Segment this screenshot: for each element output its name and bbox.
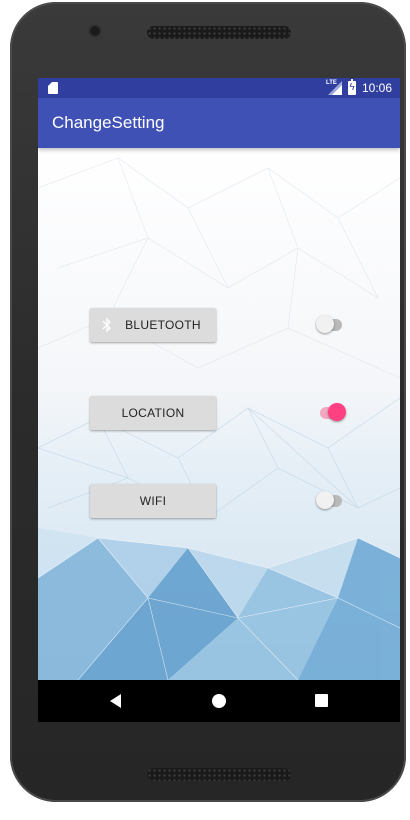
app-bar: ChangeSetting xyxy=(38,98,400,148)
bluetooth-switch[interactable] xyxy=(316,314,344,336)
switch-thumb xyxy=(316,315,334,333)
front-camera xyxy=(90,26,100,36)
switch-thumb xyxy=(316,491,334,509)
status-time: 10:06 xyxy=(362,81,393,95)
wifi-switch[interactable] xyxy=(316,490,344,512)
content-area: BLUETOOTH LOCATION WIFI xyxy=(38,148,400,680)
battery-charging-icon: ϟ xyxy=(348,79,356,95)
home-icon[interactable] xyxy=(212,694,226,708)
wifi-button[interactable]: WIFI xyxy=(90,484,216,518)
bottom-speaker xyxy=(147,768,291,781)
bluetooth-button[interactable]: BLUETOOTH xyxy=(90,308,216,342)
bluetooth-button-label: BLUETOOTH xyxy=(125,318,201,332)
lte-signal-icon: LTE xyxy=(326,80,342,95)
navigation-bar xyxy=(38,680,400,722)
screen: LTE ϟ 10:06 ChangeSetting BLUETOOTH LOCA… xyxy=(38,78,400,722)
top-speaker xyxy=(147,26,291,39)
location-button-label: LOCATION xyxy=(121,406,185,420)
app-title: ChangeSetting xyxy=(52,113,165,132)
sd-card-icon xyxy=(48,82,58,94)
status-bar: LTE ϟ 10:06 xyxy=(38,78,400,98)
back-icon[interactable] xyxy=(110,694,121,708)
switch-thumb xyxy=(328,403,346,421)
wifi-button-label: WIFI xyxy=(139,494,167,508)
location-switch[interactable] xyxy=(316,402,346,424)
location-button[interactable]: LOCATION xyxy=(90,396,216,430)
phone-frame: LTE ϟ 10:06 ChangeSetting BLUETOOTH LOCA… xyxy=(10,2,406,802)
bluetooth-icon xyxy=(102,317,111,333)
recents-icon[interactable] xyxy=(315,694,328,707)
network-type-label: LTE xyxy=(326,80,337,86)
